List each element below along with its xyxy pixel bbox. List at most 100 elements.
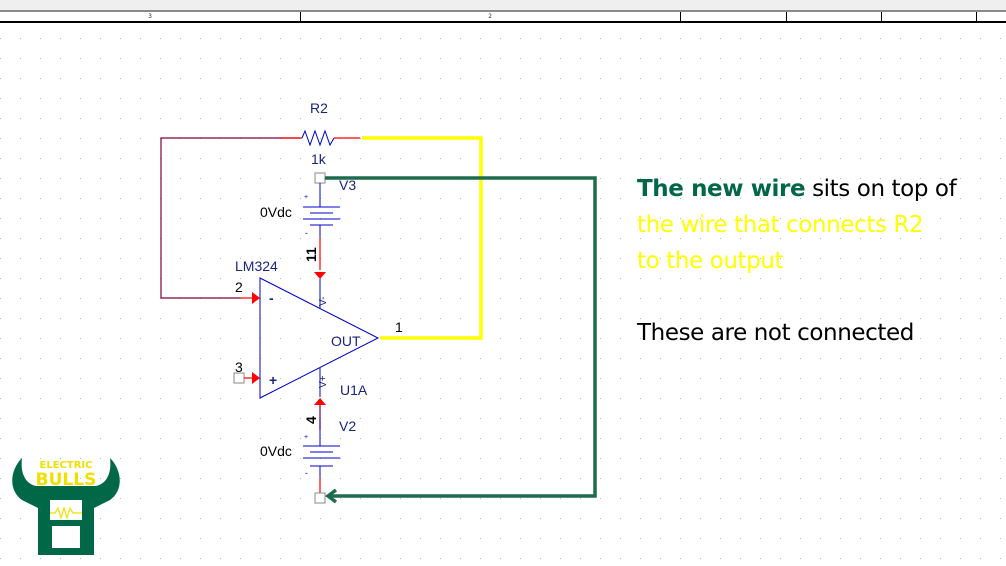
grid-dot [960, 398, 961, 399]
grid-dot [580, 218, 581, 219]
grid-dot [560, 338, 561, 339]
grid-dot [120, 278, 121, 279]
grid-dot [940, 538, 941, 539]
grid-dot [200, 498, 201, 499]
grid-dot [920, 138, 921, 139]
grid-dot [980, 538, 981, 539]
grid-dot [540, 118, 541, 119]
new-wire[interactable] [325, 176, 597, 504]
grid-dot [880, 158, 881, 159]
grid-dot [940, 98, 941, 99]
grid-dot [400, 398, 401, 399]
pin-3-label: 3 [235, 359, 243, 375]
grid-dot [860, 418, 861, 419]
grid-dot [980, 438, 981, 439]
grid-dot [300, 198, 301, 199]
grid-dot [180, 518, 181, 519]
grid-dot [780, 38, 781, 39]
grid-dot [720, 118, 721, 119]
grid-dot [820, 138, 821, 139]
grid-dot [420, 438, 421, 439]
grid-dot [180, 278, 181, 279]
grid-dot [580, 58, 581, 59]
grid-dot [180, 438, 181, 439]
grid-dot [200, 38, 201, 39]
grid-dot [540, 418, 541, 419]
grid-dot [1000, 498, 1001, 499]
grid-dot [140, 38, 141, 39]
grid-dot [520, 98, 521, 99]
grid-dot [800, 418, 801, 419]
grid-dot [160, 458, 161, 459]
grid-dot [820, 418, 821, 419]
grid-dot [620, 38, 621, 39]
grid-dot [0, 138, 1, 139]
voltage-source-v2[interactable] [303, 398, 340, 504]
grid-dot [240, 78, 241, 79]
grid-dot [340, 258, 341, 259]
grid-dot [920, 38, 921, 39]
grid-dot [880, 358, 881, 359]
grid-dot [580, 258, 581, 259]
grid-dot [620, 78, 621, 79]
grid-dot [700, 438, 701, 439]
grid-dot [120, 458, 121, 459]
grid-dot [140, 478, 141, 479]
grid-dot [580, 518, 581, 519]
grid-dot [280, 98, 281, 99]
grid-dot [40, 278, 41, 279]
grid-dot [100, 318, 101, 319]
grid-dot [520, 298, 521, 299]
grid-dot [200, 318, 201, 319]
grid-dot [340, 118, 341, 119]
grid-dot [680, 158, 681, 159]
grid-dot [140, 78, 141, 79]
grid-dot [780, 158, 781, 159]
grid-dot [600, 138, 601, 139]
grid-dot [380, 118, 381, 119]
grid-dot [700, 58, 701, 59]
grid-dot [560, 318, 561, 319]
grid-dot [360, 478, 361, 479]
grid-dot [680, 358, 681, 359]
grid-dot [380, 38, 381, 39]
grid-dot [180, 78, 181, 79]
grid-dot [260, 538, 261, 539]
grid-dot [620, 538, 621, 539]
grid-dot [580, 558, 581, 559]
electric-bulls-logo: ELECTRIC BULLS [12, 458, 120, 555]
r2-to-output-wire[interactable] [362, 136, 483, 340]
grid-dot [340, 98, 341, 99]
grid-dot [160, 538, 161, 539]
grid-dot [400, 38, 401, 39]
grid-dot [100, 458, 101, 459]
grid-dot [160, 358, 161, 359]
grid-dot [420, 38, 421, 39]
grid-dot [620, 118, 621, 119]
grid-dot [920, 498, 921, 499]
grid-dot [740, 458, 741, 459]
grid-dot [600, 438, 601, 439]
grid-dot [760, 138, 761, 139]
grid-dot [220, 278, 221, 279]
grid-dot [460, 78, 461, 79]
grid-dot [60, 298, 61, 299]
grid-dot [600, 458, 601, 459]
grid-dot [960, 118, 961, 119]
grid-dot [620, 318, 621, 319]
grid-dot [20, 78, 21, 79]
grid-dot [640, 478, 641, 479]
grid-dot [120, 498, 121, 499]
grid-dot [640, 558, 641, 559]
voltage-source-v3[interactable] [303, 172, 340, 279]
grid-dot [640, 98, 641, 99]
grid-dot [520, 158, 521, 159]
grid-dot [380, 218, 381, 219]
grid-dot [860, 438, 861, 439]
grid-dot [940, 558, 941, 559]
grid-dot [300, 558, 301, 559]
grid-dot [360, 538, 361, 539]
grid-dot [100, 478, 101, 479]
grid-dot [80, 338, 81, 339]
grid-dot [0, 458, 1, 459]
